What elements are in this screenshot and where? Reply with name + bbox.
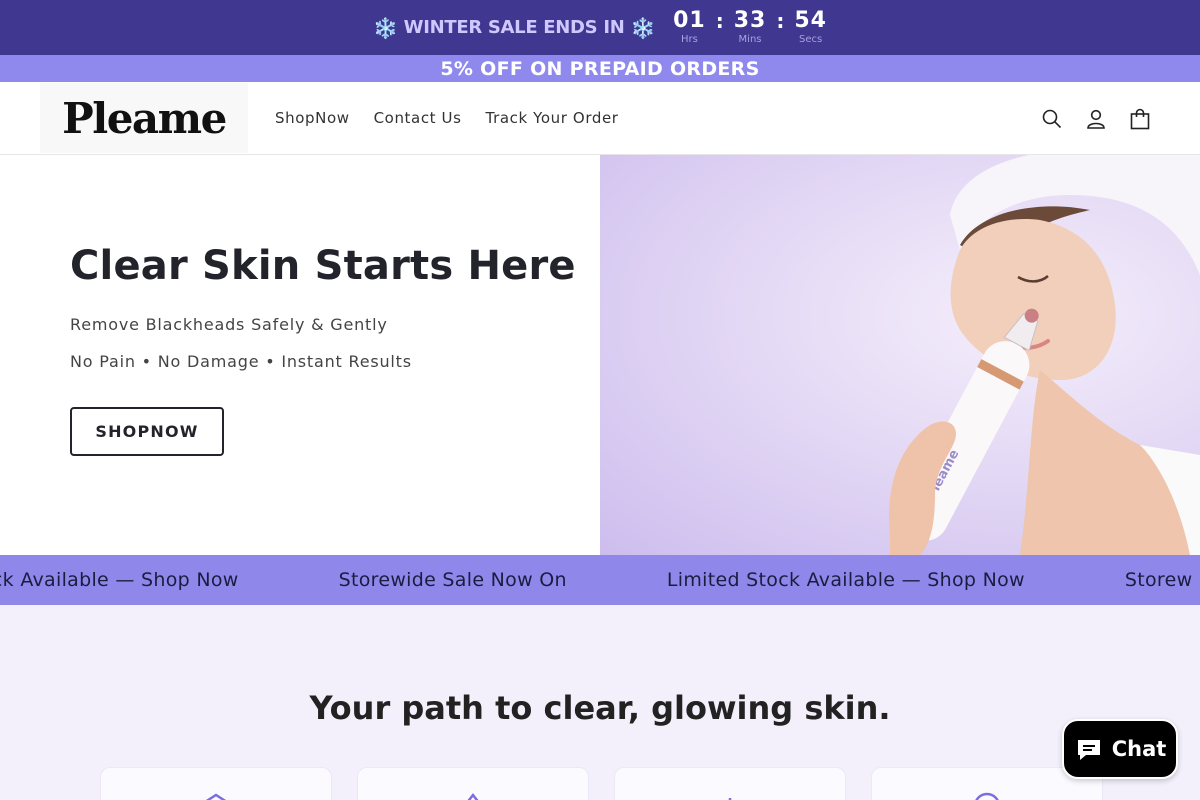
benefits-section: Your path to clear, glowing skin.	[0, 605, 1200, 800]
chat-bubble-icon	[1077, 740, 1100, 760]
benefit-card	[100, 767, 332, 800]
hero-image: Pleame	[600, 155, 1200, 555]
seconds-value: 54	[794, 8, 827, 33]
hero-text: Clear Skin Starts Here Remove Blackheads…	[0, 155, 600, 555]
timer-hours: 01 Hrs	[673, 9, 706, 46]
seconds-label: Secs	[799, 34, 823, 45]
hero-tagline: No Pain • No Damage • Instant Results	[70, 352, 412, 371]
chat-label: Chat	[1111, 737, 1167, 761]
arrow-up-icon	[467, 792, 479, 800]
benefit-cards	[100, 767, 1103, 800]
logo-text: Pleame	[62, 93, 227, 143]
sparkle-icon	[728, 798, 732, 800]
hours-label: Hrs	[680, 34, 698, 45]
hours-value: 01	[673, 8, 706, 33]
countdown-timer: 01 Hrs : 33 Mins : 54 Secs	[673, 9, 827, 46]
shield-icon	[205, 793, 227, 800]
cart-icon[interactable]	[1130, 108, 1150, 130]
benefit-card	[357, 767, 589, 800]
main-nav: ShopNow Contact Us Track Your Order	[275, 109, 619, 127]
timer-seconds: 54 Secs	[794, 9, 827, 46]
header-icons	[1042, 82, 1150, 155]
sale-text: WINTER SALE ENDS IN	[403, 17, 625, 38]
timer-minutes: 33 Mins	[734, 9, 767, 46]
hero-subtitle: Remove Blackheads Safely & Gently	[70, 315, 388, 334]
account-icon[interactable]	[1086, 108, 1106, 130]
announcement-marquee: ock Available — Shop Now Storewide Sale …	[0, 555, 1200, 605]
marquee-item: Limited Stock Available — Shop Now	[666, 569, 1025, 591]
promo-banner: 5% OFF ON PREPAID ORDERS	[0, 55, 1200, 82]
chat-button[interactable]: Chat	[1062, 719, 1178, 779]
nav-shopnow[interactable]: ShopNow	[275, 109, 350, 127]
countdown-bar: ❄️ WINTER SALE ENDS IN ❄️ 01 Hrs : 33 Mi…	[0, 0, 1200, 55]
timer-separator: :	[776, 9, 785, 33]
sale-label: ❄️ WINTER SALE ENDS IN ❄️	[373, 16, 655, 40]
woman-with-device-illustration: Pleame	[889, 155, 1200, 555]
marquee-item: ock Available — Shop Now	[0, 569, 239, 591]
site-header: Pleame ShopNow Contact Us Track Your Ord…	[0, 82, 1200, 155]
section-title: Your path to clear, glowing skin.	[309, 689, 891, 727]
circle-icon	[975, 792, 999, 800]
benefit-card	[614, 767, 846, 800]
timer-separator: :	[715, 9, 724, 33]
snowflake-icon: ❄️	[373, 15, 398, 40]
marquee-item: Storew	[1124, 569, 1193, 591]
marquee-item: Storewide Sale Now On	[338, 569, 567, 591]
site-logo[interactable]: Pleame	[40, 83, 248, 153]
minutes-value: 33	[733, 8, 767, 33]
snowflake-icon: ❄️	[630, 15, 656, 40]
search-icon[interactable]	[1042, 108, 1062, 130]
hero-banner: Clear Skin Starts Here Remove Blackheads…	[0, 155, 1200, 555]
nav-contact-us[interactable]: Contact Us	[374, 109, 462, 127]
nav-track-order[interactable]: Track Your Order	[486, 109, 619, 127]
hero-title: Clear Skin Starts Here	[70, 243, 576, 289]
shopnow-button[interactable]: SHOPNOW	[70, 407, 224, 456]
minutes-label: Mins	[738, 34, 762, 45]
